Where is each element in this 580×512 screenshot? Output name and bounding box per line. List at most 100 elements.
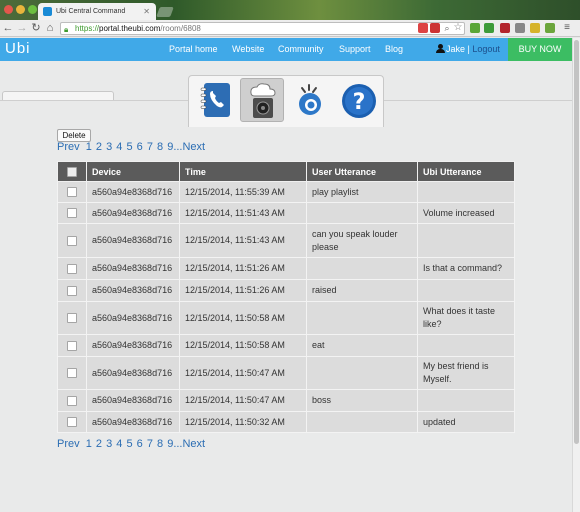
row-checkbox[interactable] [67, 395, 77, 406]
home-icon[interactable]: ⌂ [44, 21, 56, 35]
brand-logo[interactable]: Ubi [5, 40, 31, 57]
back-arrow-icon[interactable]: ← [2, 21, 14, 35]
page-link[interactable]: 2 [96, 141, 102, 153]
page-link[interactable]: 1 [86, 438, 92, 450]
scrollbar-thumb[interactable] [574, 40, 579, 444]
url-path: /room/6808 [160, 24, 201, 33]
url-host: portal.theubi.com [99, 24, 161, 33]
column-header-ubi-utterance[interactable]: Ubi Utterance [417, 161, 515, 182]
nav-link-community[interactable]: Community [278, 44, 324, 54]
prev-page-link[interactable]: Prev [57, 141, 80, 153]
microphone-signal-icon[interactable] [289, 80, 329, 120]
speaker-cloud-icon[interactable] [242, 80, 282, 120]
nav-link-portal-home[interactable]: Portal home [169, 44, 218, 54]
row-select-cell [57, 279, 87, 302]
maximize-window-icon[interactable] [28, 5, 37, 14]
page-link[interactable]: 3 [106, 438, 112, 450]
username[interactable]: Jake [446, 44, 465, 54]
next-page-link[interactable]: Next [182, 141, 205, 153]
device-cell: a560a94e8368d716 [86, 356, 180, 390]
forward-arrow-icon[interactable]: → [16, 21, 28, 35]
row-checkbox[interactable] [67, 368, 77, 379]
browser-tab-strip: Ubi Central Command ✕ [0, 0, 580, 20]
user-utterance-cell: eat [306, 334, 418, 357]
menu-icon[interactable]: ≡ [562, 23, 572, 33]
extension-icon[interactable] [530, 23, 540, 33]
nav-link-website[interactable]: Website [232, 44, 264, 54]
page-link[interactable]: 3 [106, 141, 112, 153]
user-icon [436, 44, 445, 53]
time-cell: 12/15/2014, 11:51:43 AM [179, 202, 307, 224]
page-link[interactable]: 6 [137, 438, 143, 450]
device-cell: a560a94e8368d716 [86, 223, 180, 258]
user-utterance-cell: play playlist [306, 181, 418, 203]
row-checkbox[interactable] [67, 285, 77, 296]
bookmark-star-icon[interactable]: ☆ [453, 23, 463, 33]
ubi-utterance-cell [417, 181, 515, 203]
close-tab-icon[interactable]: ✕ [143, 7, 150, 16]
section-tabs: ? [188, 75, 384, 127]
table-row: a560a94e8368d716 12/15/2014, 11:50:47 AM… [57, 389, 515, 412]
ubi-utterance-cell [417, 334, 515, 357]
extension-icon[interactable] [430, 23, 440, 33]
lock-icon: 🔒︎ [64, 25, 69, 34]
ubi-utterance-cell: What does it taste like? [417, 301, 515, 335]
top-navbar: Ubi Portal home Website Community Suppor… [0, 38, 572, 61]
nav-link-blog[interactable]: Blog [385, 44, 403, 54]
row-checkbox[interactable] [67, 208, 77, 219]
nav-link-support[interactable]: Support [339, 44, 371, 54]
help-icon[interactable]: ? [339, 80, 379, 120]
page-link[interactable]: 1 [86, 141, 92, 153]
page-link[interactable]: 4 [116, 141, 122, 153]
row-checkbox[interactable] [67, 187, 77, 198]
buy-now-button[interactable]: BUY NOW [508, 38, 572, 61]
extension-icon[interactable] [418, 23, 428, 33]
row-select-cell [57, 389, 87, 412]
close-window-icon[interactable] [4, 5, 13, 14]
page-link[interactable]: 8 [157, 141, 163, 153]
select-all-checkbox[interactable] [67, 166, 77, 177]
ubi-utterance-cell: Volume increased [417, 202, 515, 224]
table-row: a560a94e8368d716 12/15/2014, 11:50:47 AM… [57, 356, 515, 390]
prev-page-link[interactable]: Prev [57, 438, 80, 450]
reload-icon[interactable]: ↻ [30, 21, 42, 35]
page-link[interactable]: 2 [96, 438, 102, 450]
new-tab-button[interactable] [156, 7, 174, 17]
logout-link[interactable]: Logout [472, 44, 500, 54]
page-link[interactable]: 6 [137, 141, 143, 153]
row-checkbox[interactable] [67, 235, 77, 246]
page-link[interactable]: 5 [126, 438, 132, 450]
table-row: a560a94e8368d716 12/15/2014, 11:51:26 AM… [57, 257, 515, 280]
column-header-device[interactable]: Device [86, 161, 180, 182]
column-header-user-utterance[interactable]: User Utterance [306, 161, 418, 182]
row-checkbox[interactable] [67, 340, 77, 351]
user-menu: Jake | Logout [436, 44, 500, 54]
search-icon[interactable]: ⌕ [442, 23, 452, 33]
extension-icon[interactable] [545, 23, 555, 33]
page-link[interactable]: 5 [126, 141, 132, 153]
column-header-time[interactable]: Time [179, 161, 307, 182]
page-link[interactable]: 7 [147, 438, 153, 450]
row-select-cell [57, 411, 87, 433]
page: Ubi Portal home Website Community Suppor… [0, 38, 572, 512]
extension-icon[interactable] [470, 23, 480, 33]
ubi-utterance-cell [417, 223, 515, 258]
page-link[interactable]: 7 [147, 141, 153, 153]
row-checkbox[interactable] [67, 263, 77, 274]
next-page-link[interactable]: Next [182, 438, 205, 450]
phonebook-icon[interactable] [196, 80, 236, 120]
table-row: a560a94e8368d716 12/15/2014, 11:51:26 AM… [57, 279, 515, 302]
row-checkbox[interactable] [67, 313, 77, 324]
user-utterance-cell [306, 257, 418, 280]
browser-tab[interactable]: Ubi Central Command ✕ [38, 3, 156, 20]
minimize-window-icon[interactable] [16, 5, 25, 14]
page-link[interactable]: 8 [157, 438, 163, 450]
user-utterance-cell [306, 202, 418, 224]
extension-icon[interactable] [484, 23, 494, 33]
page-link[interactable]: 4 [116, 438, 122, 450]
extension-icon[interactable] [515, 23, 525, 33]
address-bar[interactable]: 🔒︎ https://portal.theubi.com/room/6808 [60, 22, 465, 35]
vertical-scrollbar[interactable] [572, 38, 580, 512]
extension-icon[interactable] [500, 23, 510, 33]
row-checkbox[interactable] [67, 417, 77, 428]
